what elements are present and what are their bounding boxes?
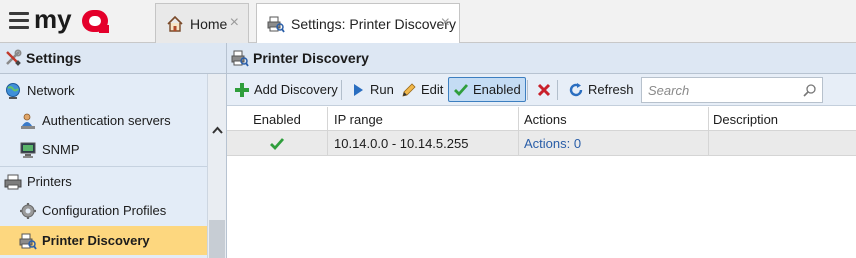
cell-description (709, 131, 856, 156)
column-header-ip-range[interactable]: IP range (328, 107, 519, 131)
sidebar-item-label: Configuration Profiles (42, 203, 167, 218)
toolbar-divider (341, 80, 342, 100)
sidebar-item-label: Printer Discovery (42, 233, 150, 248)
delete-x-icon (537, 83, 551, 96)
run-button[interactable]: Run (345, 77, 399, 102)
sidebar-scrollbar[interactable] (207, 74, 226, 258)
search-box[interactable] (641, 77, 823, 103)
user-server-icon (21, 113, 35, 129)
search-icon[interactable] (803, 83, 817, 97)
printer-search-icon (267, 16, 285, 33)
printer-icon (4, 174, 22, 189)
myq-logo: my (34, 5, 109, 34)
toolbar-divider (557, 80, 558, 100)
chevron-up-icon[interactable] (211, 124, 224, 137)
table-row[interactable]: 10.14.0.0 - 10.14.5.255 Actions: 0 (227, 131, 856, 156)
wrench-screwdriver-icon (6, 49, 22, 66)
tab-settings-label: Settings: Printer Discovery (291, 16, 456, 32)
refresh-button[interactable]: Refresh (563, 77, 639, 102)
sidebar-title: Settings (26, 50, 82, 66)
printer-search-icon (19, 233, 37, 249)
toolbar: Add Discovery Run Edit Enabled Refresh S… (227, 74, 856, 106)
cell-ip-range: 10.14.0.0 - 10.14.5.255 (328, 131, 519, 156)
tab-home-label: Home (190, 15, 228, 32)
pencil-icon (402, 82, 416, 97)
column-header-actions[interactable]: Actions (519, 107, 709, 131)
scrollbar-thumb[interactable] (209, 220, 225, 258)
hamburger-menu-icon[interactable] (9, 11, 29, 29)
sidebar-item-configuration-profiles[interactable]: Configuration Profiles (0, 196, 207, 225)
run-label: Run (370, 82, 394, 97)
sidebar-item-label: Printers (27, 174, 72, 189)
refresh-label: Refresh (588, 82, 634, 97)
cell-actions-link[interactable]: Actions: 0 (519, 131, 709, 156)
edit-label: Edit (421, 82, 444, 97)
table-header: Enabled IP range Actions Description (227, 107, 856, 131)
edit-button[interactable]: Edit (396, 77, 448, 102)
sidebar-item-snmp[interactable]: SNMP (0, 135, 207, 164)
main-header: Printer Discovery (227, 43, 856, 74)
search-input[interactable] (648, 82, 798, 98)
tab-home[interactable]: Home × (155, 3, 249, 43)
settings-sidebar: Settings Network Authentication servers (0, 43, 227, 258)
sidebar-header: Settings (0, 43, 226, 74)
delete-button[interactable] (531, 77, 557, 102)
printer-search-icon (231, 50, 249, 67)
home-icon (167, 15, 183, 32)
main-panel: Printer Discovery Add Discovery Run Edit (227, 43, 856, 258)
tab-settings-close-icon[interactable]: × (441, 15, 450, 31)
column-header-description[interactable]: Description (709, 107, 856, 131)
play-icon (354, 83, 363, 96)
globe-icon (6, 82, 20, 99)
cell-enabled (227, 131, 328, 156)
monitor-icon (20, 142, 36, 158)
top-bar: my Home × Settings: Printer Discovery × (0, 0, 856, 44)
add-discovery-button[interactable]: Add Discovery (229, 77, 343, 102)
sidebar-item-label: Authentication servers (42, 113, 171, 128)
tab-home-close-icon[interactable]: × (230, 15, 239, 31)
add-discovery-label: Add Discovery (254, 82, 338, 97)
svg-text:my: my (34, 5, 72, 34)
enabled-toggle-button[interactable]: Enabled (448, 77, 526, 102)
tab-settings-printer-discovery[interactable]: Settings: Printer Discovery × (256, 3, 460, 44)
column-header-enabled[interactable]: Enabled (227, 107, 328, 131)
gear-icon (20, 202, 36, 219)
sidebar-item-network[interactable]: Network (0, 76, 207, 105)
sidebar-item-label: SNMP (42, 142, 80, 157)
plus-icon (235, 82, 249, 97)
checkmark-icon (454, 83, 469, 96)
toolbar-divider (527, 80, 528, 100)
sidebar-item-printer-discovery[interactable]: Printer Discovery (0, 226, 207, 255)
page-title: Printer Discovery (253, 50, 369, 66)
sidebar-item-printers[interactable]: Printers (0, 167, 207, 196)
sidebar-item-label: Network (27, 83, 75, 98)
enabled-check-icon (270, 137, 285, 150)
refresh-icon (569, 82, 583, 96)
enabled-label: Enabled (473, 82, 521, 97)
sidebar-item-authentication-servers[interactable]: Authentication servers (0, 106, 207, 135)
